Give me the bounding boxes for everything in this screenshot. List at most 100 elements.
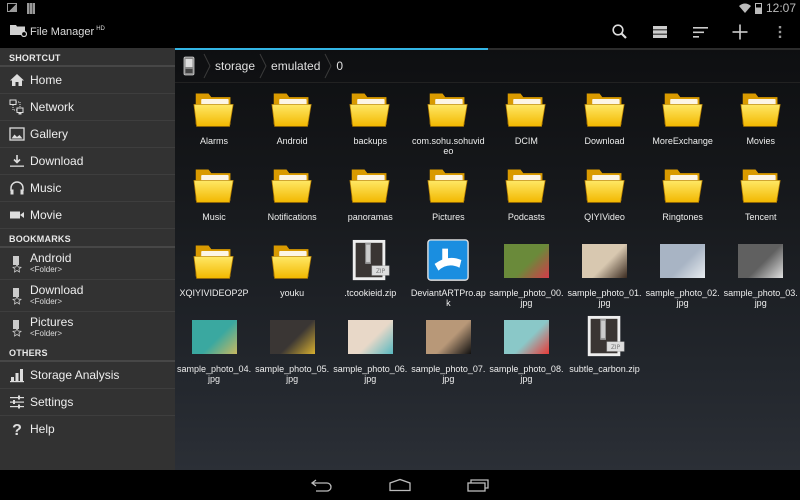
device-root-button[interactable]	[175, 50, 203, 82]
file-name: youku	[280, 288, 305, 298]
folder-icon	[659, 162, 707, 208]
sliders-icon	[10, 395, 24, 409]
breadcrumb: storage emulated 0	[175, 50, 800, 83]
bookmark-item-pictures[interactable]: Pictures <Folder>	[0, 312, 175, 343]
bookmark-sublabel: <Folder>	[30, 297, 63, 306]
image-notification-icon	[7, 3, 17, 12]
photo-thumbnail	[424, 314, 472, 360]
file-item[interactable]: Ringtones	[644, 162, 722, 238]
photo-image	[503, 320, 549, 354]
file-item[interactable]: MoreExchange	[644, 86, 722, 162]
file-item[interactable]: Download	[565, 86, 643, 162]
apk-app-icon	[424, 238, 472, 284]
sidebar-item-storage-analysis[interactable]: Storage Analysis	[0, 362, 175, 389]
overflow-menu-button[interactable]	[760, 16, 800, 48]
file-item[interactable]: sample_photo_01.jpg	[565, 238, 643, 314]
file-item[interactable]: sample_photo_08.jpg	[487, 314, 565, 390]
file-item[interactable]: backups	[331, 86, 409, 162]
back-button[interactable]	[306, 473, 338, 497]
bookmark-label: Pictures	[30, 315, 74, 329]
bookmark-item-download[interactable]: Download <Folder>	[0, 280, 175, 312]
file-item[interactable]: Pictures	[409, 162, 487, 238]
file-name: Tencent	[744, 212, 777, 222]
photo-image	[347, 320, 393, 354]
photo-image	[660, 244, 706, 278]
folder-icon	[502, 162, 550, 208]
file-item[interactable]: sample_photo_07.jpg	[409, 314, 487, 390]
file-name: sample_photo_04.jpg	[177, 364, 252, 384]
sidebar-item-home[interactable]: Home	[0, 67, 175, 94]
folder-icon	[190, 86, 238, 132]
network-icon	[9, 99, 24, 115]
svg-text:ZIP: ZIP	[376, 269, 386, 275]
breadcrumb-item[interactable]: 0	[332, 50, 347, 82]
file-item[interactable]: Tencent	[722, 162, 800, 238]
back-icon	[310, 479, 332, 492]
file-item[interactable]: youku	[253, 238, 331, 314]
file-name: QIYIVideo	[584, 212, 625, 222]
recents-button[interactable]	[462, 473, 494, 497]
folder-icon	[581, 86, 629, 132]
video-camera-icon	[10, 211, 24, 219]
home-nav-icon	[389, 478, 411, 492]
photo-thumbnail	[268, 314, 316, 360]
file-item[interactable]: DeviantARTPro.apk	[409, 238, 487, 314]
file-name: sample_photo_03.jpg	[723, 288, 798, 308]
file-item[interactable]: sample_photo_06.jpg	[331, 314, 409, 390]
sidebar-item-help[interactable]: ? Help	[0, 416, 175, 442]
file-name: sample_photo_06.jpg	[333, 364, 408, 384]
file-item[interactable]: Android	[253, 86, 331, 162]
photo-thumbnail	[737, 238, 785, 284]
wifi-icon	[738, 3, 751, 13]
folder-icon	[268, 238, 316, 284]
app-logo-icon	[10, 25, 27, 37]
breadcrumb-item[interactable]: storage	[211, 50, 259, 82]
folder-icon	[346, 162, 394, 208]
file-item[interactable]: sample_photo_02.jpg	[644, 238, 722, 314]
file-item[interactable]: ZIP .tcookieid.zip	[331, 238, 409, 314]
file-name: Download	[584, 136, 625, 146]
photo-image	[738, 244, 784, 278]
file-item[interactable]: XQIYIVIDEOP2P	[175, 238, 253, 314]
view-mode-button[interactable]	[640, 16, 680, 48]
zip-archive-icon: ZIP	[346, 238, 394, 284]
bookmark-item-android[interactable]: Android <Folder>	[0, 248, 175, 280]
folder-icon	[424, 86, 472, 132]
file-item[interactable]: Movies	[722, 86, 800, 162]
file-item[interactable]: sample_photo_00.jpg	[487, 238, 565, 314]
sidebar-item-gallery[interactable]: Gallery	[0, 121, 175, 148]
file-name: com.sohu.sohuvideo	[412, 136, 485, 156]
file-item[interactable]: sample_photo_04.jpg	[175, 314, 253, 390]
action-bar: File Manager HD	[0, 16, 800, 48]
folder-icon	[346, 86, 394, 132]
sidebar-item-label: Network	[30, 100, 75, 114]
sidebar-item-label: Music	[30, 181, 62, 195]
file-item[interactable]: ZIP subtle_carbon.zip	[565, 314, 643, 390]
file-name: Alarms	[200, 136, 229, 146]
file-item[interactable]: Music	[175, 162, 253, 238]
sidebar-item-movie[interactable]: Movie	[0, 202, 175, 229]
file-item[interactable]: DCIM	[487, 86, 565, 162]
file-item[interactable]: QIYIVideo	[565, 162, 643, 238]
file-item[interactable]: Podcasts	[487, 162, 565, 238]
file-item[interactable]: sample_photo_03.jpg	[722, 238, 800, 314]
file-item[interactable]: Alarms	[175, 86, 253, 162]
file-item[interactable]: Notifications	[253, 162, 331, 238]
file-name: MoreExchange	[652, 136, 713, 146]
file-item[interactable]: com.sohu.sohuvideo	[409, 86, 487, 162]
sidebar-item-settings[interactable]: Settings	[0, 389, 175, 416]
sidebar-item-download[interactable]: Download	[0, 148, 175, 175]
home-button[interactable]	[384, 473, 416, 497]
breadcrumb-item[interactable]: emulated	[267, 50, 324, 82]
sidebar-item-music[interactable]: Music	[0, 175, 175, 202]
file-name: DCIM	[514, 136, 538, 146]
file-item[interactable]: sample_photo_05.jpg	[253, 314, 331, 390]
search-button[interactable]	[600, 16, 640, 48]
sort-button[interactable]	[680, 16, 720, 48]
file-item[interactable]: panoramas	[331, 162, 409, 238]
new-button[interactable]	[720, 16, 760, 48]
sidebar-item-network[interactable]: Network	[0, 94, 175, 121]
sidebar-item-label: Download	[30, 154, 84, 168]
folder-icon	[268, 86, 316, 132]
bookmark-label: Download	[30, 283, 84, 297]
